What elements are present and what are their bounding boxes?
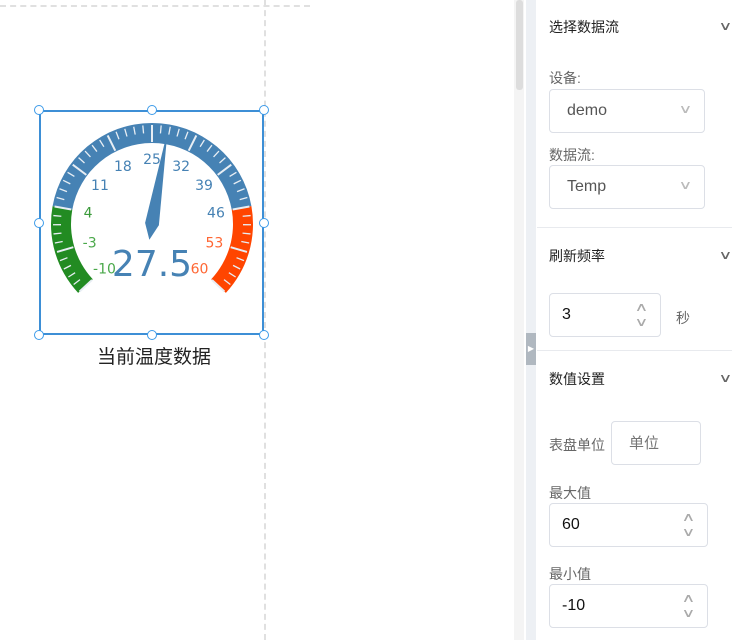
decrement-icon[interactable]: ∨ — [682, 525, 696, 539]
resize-handle-ne[interactable] — [259, 105, 269, 115]
gauge-tick-label: 18 — [114, 159, 132, 175]
panel-splitter[interactable] — [526, 0, 536, 640]
gauge-needle — [145, 131, 168, 240]
gauge-unit-label: 表盘单位 — [549, 437, 605, 453]
divider — [537, 227, 732, 228]
increment-icon[interactable]: ∧ — [635, 300, 649, 314]
gauge-widget[interactable]: -10 -3 4 11 18 25 32 39 46 53 60 27.5 — [39, 110, 264, 335]
chevron-down-icon: ∨ — [678, 102, 693, 116]
gauge-tick-label: -3 — [83, 235, 97, 251]
gauge-tick-label: 25 — [143, 152, 161, 168]
canvas-scrollbar[interactable] — [514, 0, 524, 640]
resize-handle-se[interactable] — [259, 330, 269, 340]
datastream-select[interactable]: Temp ∨ — [549, 165, 705, 209]
scrollbar-thumb[interactable] — [516, 0, 523, 90]
datastream-value: Temp — [567, 178, 607, 195]
chevron-down-icon[interactable]: ∨ — [719, 371, 732, 385]
gauge-minor-tick — [53, 214, 62, 217]
gauge-tick-label: 11 — [91, 178, 109, 194]
section-title-values[interactable]: 数值设置 — [549, 369, 605, 389]
section-title-refresh[interactable]: 刷新频率 — [549, 246, 605, 266]
min-value-input[interactable]: -10 ∧ ∨ — [549, 584, 708, 628]
resize-handle-sw[interactable] — [34, 330, 44, 340]
chevron-down-icon[interactable]: ∨ — [719, 19, 732, 33]
min-value: -10 — [562, 597, 586, 614]
increment-icon[interactable]: ∧ — [682, 591, 696, 605]
gauge-chart: -10-341118 25 323946536027.5 — [50, 123, 253, 293]
guide-line-vertical — [264, 0, 266, 640]
section-title-datastream[interactable]: 选择数据流 — [549, 17, 619, 37]
resize-handle-n[interactable] — [147, 105, 157, 115]
gauge-tick-label: 4 — [84, 205, 93, 221]
refresh-rate-input[interactable]: 3 ∧ ∨ — [549, 293, 661, 337]
decrement-icon[interactable]: ∨ — [682, 606, 696, 620]
resize-handle-e[interactable] — [259, 218, 269, 228]
max-value: 60 — [562, 516, 580, 533]
gauge-minor-tick — [242, 214, 251, 217]
gauge-minor-tick — [142, 125, 145, 134]
properties-panel: 选择数据流 ∨ 设备: demo ∨ 数据流: Temp ∨ 刷新频率 ∨ 3 … — [537, 0, 732, 640]
refresh-unit: 秒 — [676, 310, 690, 326]
design-canvas[interactable]: -10 -3 4 11 18 25 32 39 46 53 60 27.5 当前温度数据 — [0, 0, 520, 640]
gauge-minor-tick — [53, 232, 62, 235]
gauge-value-readout: 27.5 — [112, 244, 192, 285]
gauge-minor-tick — [242, 232, 251, 235]
resize-handle-nw[interactable] — [34, 105, 44, 115]
min-label: 最小值 — [549, 566, 591, 582]
device-value: demo — [567, 102, 608, 119]
device-label: 设备: — [549, 70, 581, 86]
gauge-tick-label: 39 — [195, 178, 213, 194]
max-label: 最大值 — [549, 485, 591, 501]
gauge-tick-label: 53 — [205, 235, 223, 251]
resize-handle-w[interactable] — [34, 218, 44, 228]
gauge-tick-label: 32 — [172, 159, 190, 175]
gauge-tick-label: 46 — [207, 205, 225, 221]
increment-icon[interactable]: ∧ — [682, 510, 696, 524]
widget-caption: 当前温度数据 — [96, 347, 211, 368]
decrement-icon[interactable]: ∨ — [635, 315, 649, 329]
caret-right-icon: ▶ — [527, 344, 535, 353]
device-select[interactable]: demo ∨ — [549, 89, 705, 133]
collapse-panel-button[interactable]: ▶ — [526, 333, 536, 365]
gauge-unit-input[interactable] — [611, 421, 701, 465]
gauge-tick-label: 60 — [191, 261, 209, 277]
datastream-label: 数据流: — [549, 147, 595, 163]
chevron-down-icon: ∨ — [678, 178, 693, 192]
divider — [537, 350, 732, 351]
resize-handle-s[interactable] — [147, 330, 157, 340]
chevron-down-icon[interactable]: ∨ — [719, 248, 732, 262]
max-value-input[interactable]: 60 ∧ ∨ — [549, 503, 708, 547]
refresh-rate-value: 3 — [562, 306, 571, 323]
gauge-minor-tick — [159, 125, 162, 134]
